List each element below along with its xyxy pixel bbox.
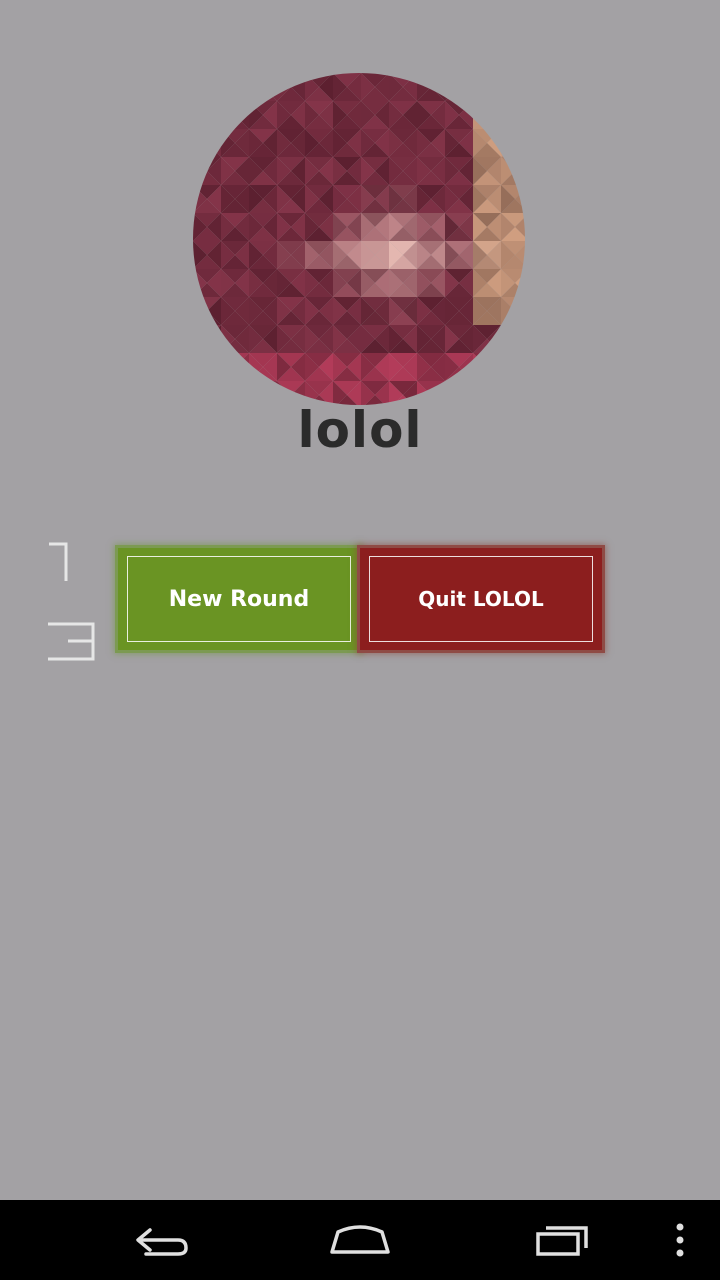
mosaic-tile — [473, 87, 501, 101]
mosaic-tile — [515, 77, 525, 97]
mosaic-tile — [193, 129, 221, 143]
mosaic-tile — [501, 367, 525, 381]
mosaic-tile — [501, 381, 525, 395]
mosaic-tile — [193, 381, 221, 395]
side-glyphs — [48, 542, 95, 661]
mosaic-tile — [515, 161, 525, 181]
mosaic-tile — [207, 353, 221, 381]
mosaic-tile — [501, 353, 515, 381]
mosaic-tile — [473, 381, 501, 395]
mosaic-tile — [249, 73, 263, 101]
quit-label: Quit LOLOL — [418, 587, 544, 611]
mosaic-tile — [501, 73, 525, 87]
mosaic-tile — [221, 73, 235, 101]
mosaic-tile — [193, 87, 221, 101]
mosaic-tile — [193, 143, 221, 157]
mosaic-tile — [501, 339, 525, 353]
mosaic-tile — [501, 87, 525, 101]
mosaic-tile — [501, 143, 525, 157]
mosaic-tile — [501, 101, 525, 115]
mosaic-tile — [193, 73, 207, 101]
mosaic-tile — [473, 73, 501, 87]
mosaic-tile — [501, 129, 525, 143]
app-screen: lolol New Round Quit LOLOL — [0, 0, 720, 1200]
recent-apps-icon — [536, 1226, 588, 1256]
mosaic-tile — [501, 73, 515, 101]
mosaic-tile — [445, 73, 473, 87]
pixel-triangle-mosaic-logo — [193, 73, 525, 405]
quit-button[interactable]: Quit LOLOL — [360, 548, 602, 650]
mosaic-tile — [207, 129, 221, 157]
mosaic-tile — [515, 301, 525, 321]
mosaic-tile — [473, 367, 501, 381]
mosaic-tile — [473, 353, 487, 381]
mosaic-tile — [193, 353, 221, 367]
reversed-e-glyph — [48, 622, 95, 661]
mosaic-tile — [445, 73, 459, 101]
overflow-menu-button[interactable] — [660, 1200, 700, 1280]
mosaic-tile — [473, 353, 501, 367]
new-round-label: New Round — [168, 586, 310, 612]
mosaic-tile — [193, 73, 221, 87]
home-icon — [330, 1225, 390, 1254]
corner-bracket-glyph — [49, 542, 68, 581]
mosaic-tile — [501, 325, 515, 353]
mosaic-tile — [235, 73, 249, 101]
mosaic-tile — [221, 101, 249, 115]
mosaic-tile — [221, 381, 249, 395]
mosaic-tile — [221, 101, 235, 129]
mosaic-tile — [445, 87, 473, 101]
mosaic-tile — [473, 73, 487, 101]
mosaic-tile — [501, 353, 525, 367]
mosaic-tile — [515, 329, 525, 349]
mosaic-tile — [193, 367, 221, 381]
mosaic-tile — [487, 73, 501, 101]
mosaic-tile — [515, 133, 525, 153]
mosaic-tile — [445, 381, 473, 395]
mosaic-tile — [515, 357, 525, 377]
overflow-menu-icon — [676, 1223, 684, 1257]
mosaic-tile — [193, 101, 207, 129]
mosaic-tile — [501, 115, 525, 129]
back-arrow-icon — [136, 1228, 188, 1256]
app-title: lolol — [297, 401, 423, 459]
mosaic-tile — [487, 353, 501, 381]
system-navigation-bar — [0, 1200, 720, 1280]
mosaic-tile — [221, 87, 249, 101]
mosaic-tile — [207, 325, 221, 353]
mosaic-tile — [193, 325, 221, 339]
mosaic-tile — [487, 101, 501, 129]
back-button[interactable] — [120, 1200, 200, 1280]
mosaic-tile — [221, 367, 249, 381]
mosaic-tile — [193, 115, 221, 129]
mosaic-tile — [221, 73, 249, 87]
mosaic-tile — [193, 129, 207, 157]
mosaic-tile — [207, 101, 221, 129]
mosaic-tile — [263, 73, 277, 101]
mosaic-tile — [515, 105, 525, 125]
mosaic-tile — [193, 353, 207, 381]
mosaic-tile — [501, 325, 525, 339]
mosaic-tile — [501, 101, 515, 129]
mosaic-tile — [459, 73, 473, 101]
home-button[interactable] — [320, 1200, 400, 1280]
mosaic-tile — [193, 325, 207, 353]
new-round-button[interactable]: New Round — [118, 548, 360, 650]
mosaic-tile — [193, 101, 221, 115]
logo-image — [193, 73, 525, 405]
recent-apps-button[interactable] — [522, 1200, 602, 1280]
mosaic-tile — [249, 73, 277, 87]
mosaic-tile — [193, 339, 221, 353]
mosaic-tile — [501, 129, 515, 157]
mosaic-tile — [207, 73, 221, 101]
mosaic-tile — [249, 381, 277, 395]
mosaic-tile — [473, 101, 501, 115]
mosaic-tile — [249, 87, 277, 101]
mosaic-tile — [221, 353, 235, 381]
